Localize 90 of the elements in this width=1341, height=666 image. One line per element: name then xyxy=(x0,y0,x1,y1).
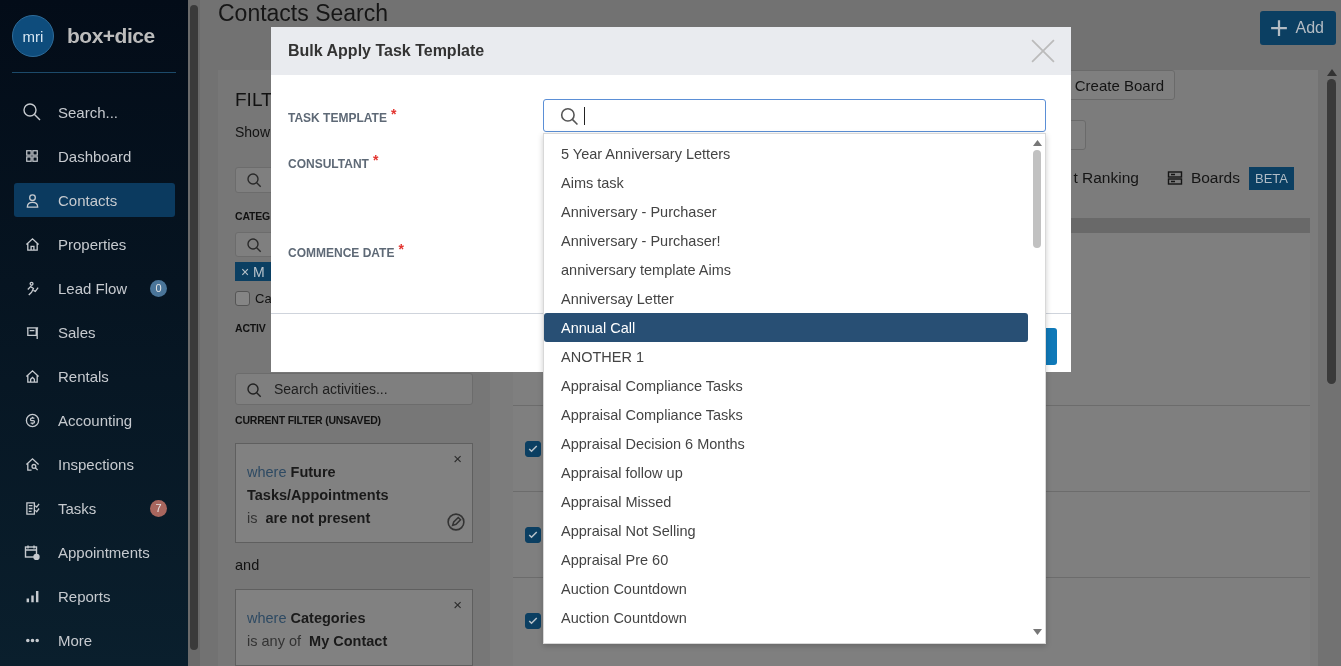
edit-icon xyxy=(447,513,465,531)
search-field[interactable] xyxy=(543,99,1046,132)
count-badge: 0 xyxy=(150,279,167,297)
nav-item[interactable]: Accounting xyxy=(14,403,175,437)
nav-item[interactable]: Sales xyxy=(14,315,175,349)
nav-item[interactable]: Search... xyxy=(14,95,175,129)
house-icon xyxy=(24,236,40,252)
house-icon xyxy=(24,368,40,384)
logo-badge: mri xyxy=(12,15,54,57)
tab[interactable]: t Ranking xyxy=(1073,169,1139,187)
search-icon xyxy=(246,382,262,398)
joiner-text: and xyxy=(235,557,261,573)
required-mark: * xyxy=(372,152,379,168)
beta-badge: BETA xyxy=(1249,166,1294,190)
nav-item[interactable]: Contacts xyxy=(14,183,175,217)
dropdown-option[interactable]: Appraisal Decision 6 Months xyxy=(544,429,1028,458)
section-heading: CURRENT FILTER (UNSAVED) xyxy=(235,413,382,427)
row-checkbox[interactable] xyxy=(525,612,541,629)
field-label: COMMENCE DATE xyxy=(288,246,395,260)
dropdown-option[interactable]: Auction Countdown xyxy=(544,603,1028,632)
panel-title: FILT xyxy=(235,88,274,112)
search-icon xyxy=(246,171,262,188)
dropdown-option[interactable]: Appraisal Compliance Tasks xyxy=(544,371,1028,400)
bar-chart-icon xyxy=(24,588,40,604)
nav-item[interactable]: More xyxy=(14,623,175,657)
section-heading: ACTIV xyxy=(235,321,267,335)
brand-name: box+dice xyxy=(67,24,155,48)
house-search-icon xyxy=(24,456,40,472)
close-icon xyxy=(1031,39,1055,63)
tab[interactable]: Boards xyxy=(1190,169,1240,187)
dropdown-option[interactable]: Appraisal Pre 60 xyxy=(544,545,1028,574)
scroll-up-icon[interactable] xyxy=(1032,140,1042,146)
nav-item[interactable]: Lead Flow 0 xyxy=(14,271,175,305)
category-chip[interactable]: × M xyxy=(235,262,271,281)
panel-subtitle: Show xyxy=(235,124,272,140)
nav-item[interactable]: Properties xyxy=(14,227,175,261)
count-badge: 7 xyxy=(150,499,167,517)
scroll-up-icon[interactable] xyxy=(1326,69,1337,76)
checkbox-label: Ca xyxy=(255,291,272,306)
dropdown-option[interactable]: Appraisal Missed xyxy=(544,487,1028,516)
dropdown-option[interactable]: 5 Year Anniversary Letters xyxy=(544,139,1028,168)
dropdown-option[interactable]: Anniversary - Purchaser! xyxy=(544,226,1028,255)
dialog-title: Bulk Apply Task Template xyxy=(288,42,485,60)
scrollbar-thumb[interactable] xyxy=(1033,150,1041,248)
page-title: Contacts Search xyxy=(218,1,389,26)
plus-icon xyxy=(1269,19,1288,37)
dropdown-option[interactable]: Anniversary - Purchaser xyxy=(544,197,1028,226)
field-label: CONSULTANT xyxy=(288,157,369,171)
nav-item[interactable]: Dashboard xyxy=(14,139,175,173)
dropdown-option[interactable]: Auction Countdown xyxy=(544,574,1028,603)
search-icon xyxy=(22,102,42,122)
sign-icon xyxy=(24,324,40,340)
dropdown-option[interactable]: ANOTHER 1 xyxy=(544,342,1028,371)
scrollbar-thumb[interactable] xyxy=(1327,79,1336,384)
dropdown-option[interactable]: Anniversay Letter xyxy=(544,284,1028,313)
dropdown-option[interactable]: Appraisal follow up xyxy=(544,458,1028,487)
search-field[interactable]: Search activities... xyxy=(235,373,473,405)
required-mark: * xyxy=(398,241,404,257)
dropdown-option[interactable]: Appraisal Compliance Tasks xyxy=(544,400,1028,429)
calendar-icon xyxy=(24,544,40,560)
checkbox[interactable] xyxy=(235,291,250,306)
section-heading: CATEG xyxy=(235,208,271,223)
required-mark: * xyxy=(390,106,397,122)
person-icon xyxy=(24,192,40,208)
row-checkbox[interactable] xyxy=(525,526,541,543)
dropdown-option[interactable]: Aims task xyxy=(544,168,1028,197)
dollar-icon xyxy=(24,412,40,428)
scrollbar[interactable] xyxy=(188,0,200,666)
dropdown-option[interactable]: anniversary template Aims xyxy=(544,255,1028,284)
add-button[interactable]: Add xyxy=(1259,11,1336,45)
server-icon xyxy=(1166,170,1183,186)
field-label: TASK TEMPLATE xyxy=(288,111,387,125)
dropdown-option[interactable]: Annual Call xyxy=(544,313,1028,342)
scroll-down-icon[interactable] xyxy=(1032,629,1042,635)
search-icon xyxy=(246,236,262,253)
remove-button[interactable]: × xyxy=(453,596,462,613)
grid-icon xyxy=(25,149,39,163)
filter-condition: where Categories is any of My Contact xyxy=(247,609,389,651)
nav-item[interactable]: Tasks 7 xyxy=(14,491,175,525)
nav-item[interactable]: Reports xyxy=(14,579,175,613)
checklist-icon xyxy=(24,500,40,516)
text-cursor xyxy=(584,106,585,125)
remove-button[interactable]: × xyxy=(453,450,462,467)
dropdown-option[interactable]: Appraisal Not Selling xyxy=(544,516,1028,545)
search-icon xyxy=(560,106,578,125)
nav-item[interactable]: Inspections xyxy=(14,447,175,481)
filter-condition: where Future Tasks/Appointments is are not present xyxy=(247,463,390,528)
row-checkbox[interactable] xyxy=(525,440,541,457)
nav-item[interactable]: Rentals xyxy=(14,359,175,393)
nav-item[interactable]: Appointments xyxy=(14,535,175,569)
